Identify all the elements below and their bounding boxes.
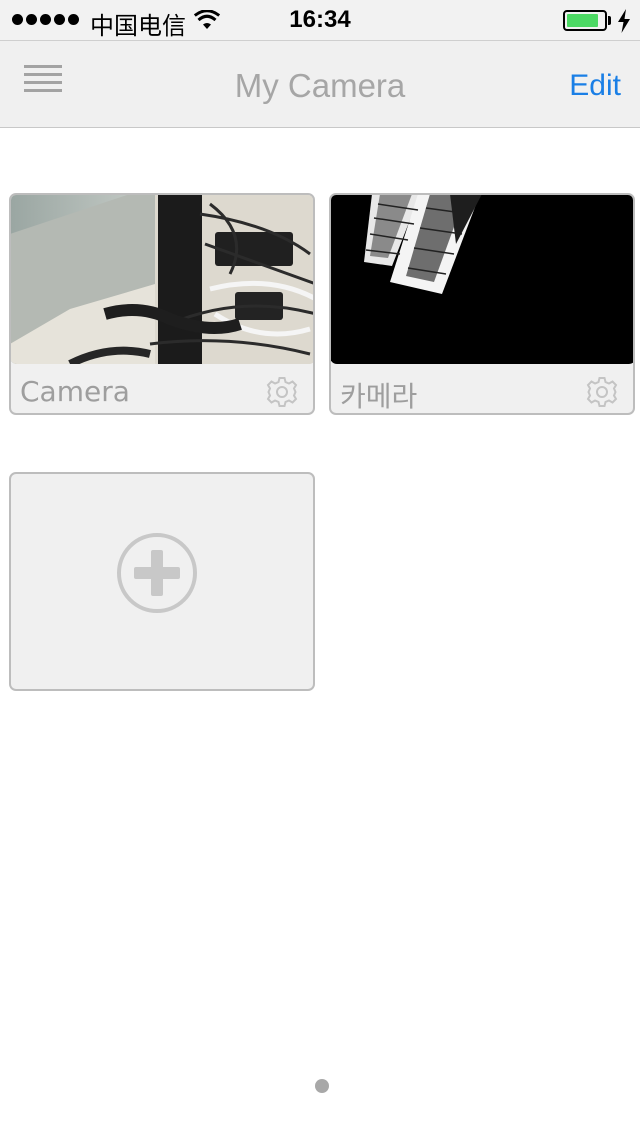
page-title: My Camera: [234, 67, 406, 104]
camera-preview-image[interactable]: [10, 194, 315, 364]
battery-tip: [608, 16, 611, 25]
camera-card[interactable]: Camera: [9, 193, 315, 415]
battery-icon: [563, 10, 607, 31]
gear-icon[interactable]: [265, 375, 299, 409]
plus-circle-icon: [117, 533, 197, 613]
charging-bolt-icon: [618, 9, 630, 33]
camera-card[interactable]: 카메라: [329, 193, 635, 415]
edit-button[interactable]: Edit: [569, 69, 621, 103]
gear-icon[interactable]: [585, 375, 619, 409]
battery-level-fill: [567, 14, 598, 27]
camera-preview-image[interactable]: [330, 194, 635, 364]
add-camera-button[interactable]: [9, 472, 315, 691]
status-time: 16:34: [289, 6, 351, 33]
status-bar: 中国电信 16:34: [0, 0, 640, 40]
page-indicator-dot: [315, 1079, 329, 1093]
camera-name: 카메라: [340, 380, 418, 413]
camera-name: Camera: [20, 375, 130, 408]
navigation-bar: My Camera Edit: [0, 40, 640, 128]
